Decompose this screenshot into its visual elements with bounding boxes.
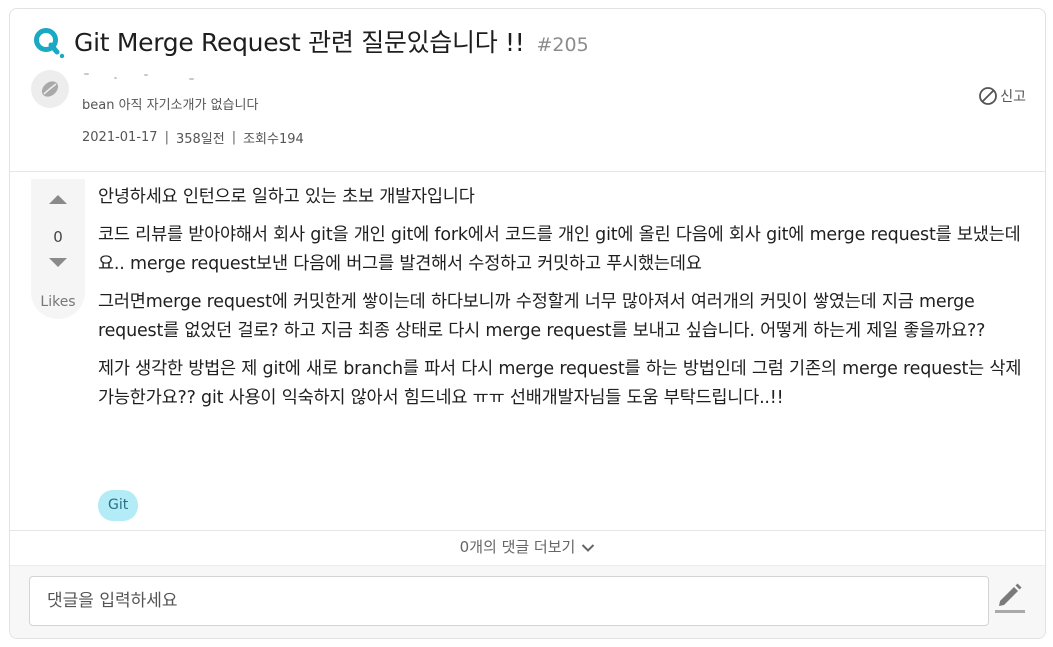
tag-git[interactable]: Git	[98, 490, 139, 521]
question-meta: 2021-01-17 | 358일전 | 조회수194	[82, 128, 304, 147]
arrow-up-icon[interactable]	[48, 193, 68, 205]
report-button[interactable]: 신고	[978, 86, 1026, 106]
question-card: Git Merge Request 관련 질문있습니다 !! #205 bean…	[9, 8, 1046, 639]
likes-label: Likes	[40, 294, 76, 310]
question-number: #205	[536, 34, 589, 56]
vote-count: 0	[53, 228, 63, 246]
pencil-icon[interactable]	[994, 581, 1026, 615]
body-paragraph: 안녕하세요 인턴으로 일하고 있는 초보 개발자입니다	[98, 187, 475, 207]
vote-panel: 0 Likes	[31, 179, 85, 319]
coffee-bean-icon	[41, 81, 59, 97]
arrow-down-icon[interactable]	[48, 257, 68, 269]
meta-separator: |	[231, 130, 237, 145]
post-date: 2021-01-17	[82, 130, 158, 145]
report-label: 신고	[1000, 89, 1026, 105]
more-comments-button[interactable]: 0개의 댓글 더보기	[10, 531, 1045, 565]
more-comments-label: 0개의 댓글 더보기	[459, 538, 576, 556]
q-icon	[34, 28, 65, 59]
author-name-redacted	[84, 72, 204, 82]
question-title-row: Git Merge Request 관련 질문있습니다 !! #205	[74, 23, 589, 59]
comment-area	[10, 565, 1045, 638]
body-paragraph: 제가 생각한 방법은 제 git에 새로 branch를 파서 다시 merge…	[98, 359, 1022, 408]
body-paragraph: 코드 리뷰를 받아야해서 회사 git을 개인 git에 fork에서 코드를 …	[98, 225, 1021, 274]
comment-input[interactable]	[29, 576, 989, 626]
author-intro: bean 아직 자기소개가 없습니다	[82, 98, 259, 113]
view-count: 조회수194	[243, 132, 304, 147]
ban-icon	[979, 87, 998, 105]
relative-date: 358일전	[175, 132, 225, 147]
meta-separator: |	[164, 130, 169, 145]
divider	[10, 171, 1045, 172]
question-title: Git Merge Request 관련 질문있습니다 !!	[74, 28, 525, 57]
question-body: 안녕하세요 인턴으로 일하고 있는 초보 개발자입니다 코드 리뷰를 받아야해서…	[98, 183, 1028, 422]
body-paragraph: 그러면merge request에 커밋한게 쌓이는데 하다보니까 수정할게 너…	[98, 292, 986, 341]
chevron-down-icon	[582, 543, 595, 552]
avatar[interactable]	[31, 70, 69, 108]
